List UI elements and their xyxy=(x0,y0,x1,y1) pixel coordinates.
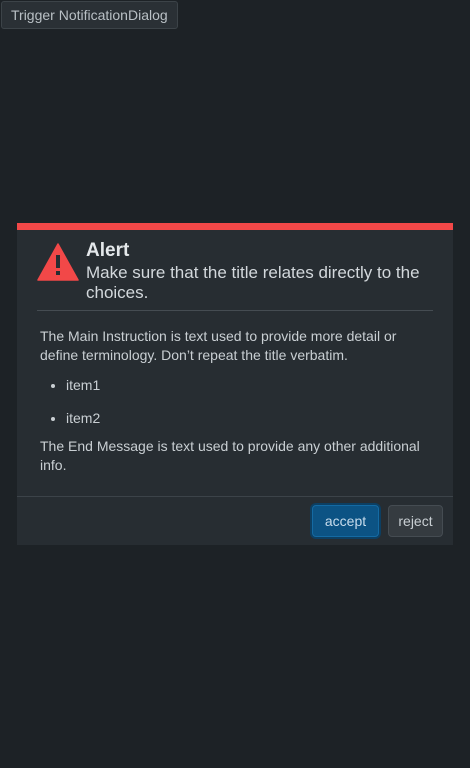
accept-button[interactable]: accept xyxy=(312,505,379,537)
trigger-notification-dialog-button[interactable]: Trigger NotificationDialog xyxy=(1,1,178,29)
dialog-accent-bar xyxy=(17,223,453,230)
warning-triangle-icon xyxy=(37,243,79,281)
end-message-text: The End Message is text used to provide … xyxy=(40,438,420,473)
dialog-subtitle: Make sure that the title relates directl… xyxy=(86,263,420,302)
dialog-title: Alert xyxy=(86,240,130,261)
header-divider xyxy=(37,310,433,311)
reject-button[interactable]: reject xyxy=(388,505,443,537)
list-item: item1 xyxy=(66,375,100,408)
items-list: item1 item2 xyxy=(40,375,100,441)
main-instruction-text: The Main Instruction is text used to pro… xyxy=(40,328,397,363)
footer-divider xyxy=(17,496,453,497)
notification-dialog: Alert Make sure that the title relates d… xyxy=(17,223,453,545)
